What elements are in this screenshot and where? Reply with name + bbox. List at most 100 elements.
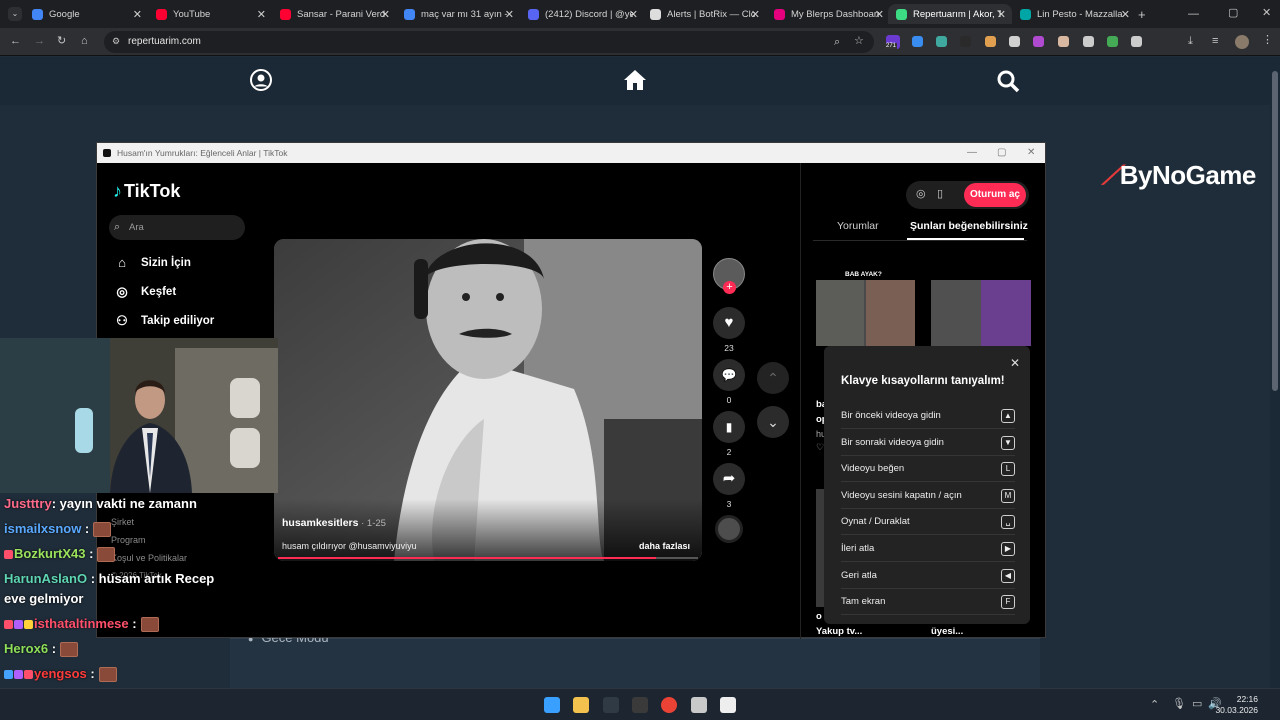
download-icon[interactable]: ⤓ [1188, 36, 1193, 47]
popup-minimize-icon[interactable]: — [967, 143, 977, 163]
home-icon[interactable]: ⌂ [81, 36, 88, 47]
music-disc-avatar[interactable] [715, 515, 743, 543]
extension-icon[interactable] [1058, 36, 1069, 47]
page-scrollbar[interactable] [1270, 57, 1280, 688]
browser-tab[interactable]: YouTube ✕ [148, 4, 272, 24]
popup-maximize-icon[interactable]: ▢ [997, 143, 1006, 163]
taskbar-start-icon[interactable] [544, 697, 560, 713]
site-header [0, 57, 1270, 105]
login-button[interactable]: Oturum aç [964, 183, 1026, 207]
taskbar-capcut-icon[interactable] [720, 697, 736, 713]
extension-icon[interactable] [1083, 36, 1094, 47]
tab-close-icon[interactable]: ✕ [505, 8, 514, 21]
extension-badge[interactable]: 271 [885, 35, 900, 49]
zoom-icon[interactable]: ⌕ [834, 37, 840, 48]
video-thumbnail[interactable] [816, 280, 915, 346]
tab-comments[interactable]: Yorumlar [837, 220, 879, 232]
tab-close-icon[interactable]: ✕ [381, 8, 390, 21]
footer-terms-link[interactable]: Koşul ve Politikalar [111, 553, 187, 563]
nav-explore[interactable]: ◎ Keşfet [113, 284, 176, 300]
taskbar-app-icon[interactable] [691, 697, 707, 713]
extension-icon[interactable] [985, 36, 996, 47]
maximize-window-icon[interactable]: ▢ [1228, 8, 1238, 19]
follow-plus-icon[interactable]: + [723, 281, 736, 294]
browser-tab[interactable]: My Blerps Dashboard ✕ [766, 4, 890, 24]
extension-icon[interactable] [936, 36, 947, 47]
extension-icon[interactable] [1033, 36, 1044, 47]
media-control-icon[interactable]: ≡ [1212, 36, 1218, 47]
browser-tab[interactable]: Alerts | BotRix — Clo ✕ [642, 4, 766, 24]
nav-for-you[interactable]: ⌂ Sizin İçin [113, 255, 191, 270]
thumb-title[interactable]: üyesi... [931, 626, 963, 637]
site-info-icon[interactable]: ⚙ [112, 37, 120, 46]
minimize-window-icon[interactable]: — [1188, 9, 1199, 20]
browser-tab[interactable]: Lin Pesto - Mazzalla ✕ [1012, 4, 1136, 24]
tab-close-icon[interactable]: ✕ [875, 8, 884, 21]
tab-search-icon[interactable]: ⌄ [8, 7, 22, 21]
video-author[interactable]: husamkesitlers · 1-25 [282, 517, 386, 529]
footer-program-link[interactable]: Program [111, 535, 146, 545]
tab-close-icon[interactable]: ✕ [133, 8, 142, 21]
tiktok-logo[interactable]: ♪ TikTok [113, 181, 180, 202]
extension-icon[interactable] [960, 36, 971, 47]
extension-icon[interactable] [1107, 36, 1118, 47]
popup-close-icon[interactable]: ✕ [1027, 143, 1035, 163]
video-progress-bar[interactable] [278, 557, 698, 559]
comment-button[interactable]: 💬 [713, 359, 745, 391]
user-profile-icon[interactable] [250, 69, 272, 91]
new-tab-button[interactable]: + [1138, 8, 1146, 21]
tab-close-icon[interactable]: ✕ [257, 8, 266, 21]
save-button[interactable]: ▮ [713, 411, 745, 443]
like-button[interactable]: ♥ [713, 307, 745, 339]
search-icon[interactable] [996, 69, 1020, 93]
thumb-title[interactable]: Yakup tv... [816, 626, 862, 637]
previous-video-button[interactable]: ⌃ [757, 362, 789, 394]
microphone-icon[interactable]: 🎙 [1172, 699, 1186, 710]
menu-kebab-icon[interactable]: ⋮ [1262, 35, 1273, 46]
share-button[interactable]: ➦ [713, 463, 745, 495]
address-bar[interactable]: ⚙ repertuarim.com ⌕ ☆ [104, 31, 874, 53]
close-window-icon[interactable]: ✕ [1262, 8, 1271, 19]
taskbar-obs-icon[interactable] [632, 697, 648, 713]
coin-icon[interactable]: ◎ [916, 187, 926, 200]
reload-icon[interactable]: ↻ [57, 36, 66, 47]
tab-close-icon[interactable]: ✕ [997, 8, 1006, 21]
browser-tab[interactable]: Repertuarım | Akor, T ✕ [888, 4, 1012, 24]
shortcut-label: Oynat / Duraklat [841, 516, 910, 528]
video-thumbnail[interactable] [931, 280, 1031, 346]
profile-avatar[interactable] [1235, 35, 1249, 49]
browser-tab[interactable]: Sansar - Parani Verdi ✕ [272, 4, 396, 24]
extension-icon[interactable] [1009, 36, 1020, 47]
forward-icon[interactable]: → [34, 36, 45, 47]
tab-close-icon[interactable]: ✕ [751, 8, 760, 21]
extension-icon[interactable] [1131, 36, 1142, 47]
tray-chevron-icon[interactable]: ⌃ [1150, 700, 1159, 711]
taskbar-chrome-icon[interactable] [661, 697, 677, 713]
footer-company-link[interactable]: Şirket [111, 517, 134, 527]
tab-you-may-like[interactable]: Şunları beğenebilirsiniz [910, 220, 1028, 232]
extension-icon[interactable] [912, 36, 923, 47]
device-icon[interactable]: ▯ [937, 187, 943, 200]
back-icon[interactable]: ← [10, 36, 21, 47]
tab-close-icon[interactable]: ✕ [1121, 8, 1130, 21]
bookmark-star-icon[interactable]: ☆ [854, 36, 864, 47]
network-icon[interactable]: ▭ [1192, 699, 1202, 710]
taskbar-terminal-icon[interactable] [603, 697, 619, 713]
browser-tab[interactable]: (2412) Discord | @ye ✕ [520, 4, 644, 24]
system-clock[interactable]: 22:16 30.03.2026 [1215, 694, 1258, 716]
more-button[interactable]: daha fazlası [639, 541, 690, 551]
browser-tab[interactable]: maç var mı 31 ayın - G ✕ [396, 4, 520, 24]
next-video-button[interactable]: ⌄ [757, 406, 789, 438]
nav-following[interactable]: ⚇ Takip ediliyor [113, 313, 214, 329]
video-player[interactable]: husamkesitlers · 1-25 husam çıldırıyor @… [274, 239, 702, 561]
thumb-fragment: o [816, 611, 822, 622]
search-input[interactable]: ⌕ Ara [109, 215, 245, 240]
taskbar-explorer-icon[interactable] [573, 697, 589, 713]
home-icon[interactable] [623, 69, 647, 91]
browser-tab[interactable]: Google ✕ [24, 4, 148, 24]
share-count: 3 [726, 499, 732, 509]
scrollbar-thumb[interactable] [1272, 71, 1278, 391]
tab-close-icon[interactable]: ✕ [629, 8, 638, 21]
tab-title: Sansar - Parani Verdi [297, 8, 385, 20]
close-icon[interactable]: ✕ [1010, 356, 1020, 370]
